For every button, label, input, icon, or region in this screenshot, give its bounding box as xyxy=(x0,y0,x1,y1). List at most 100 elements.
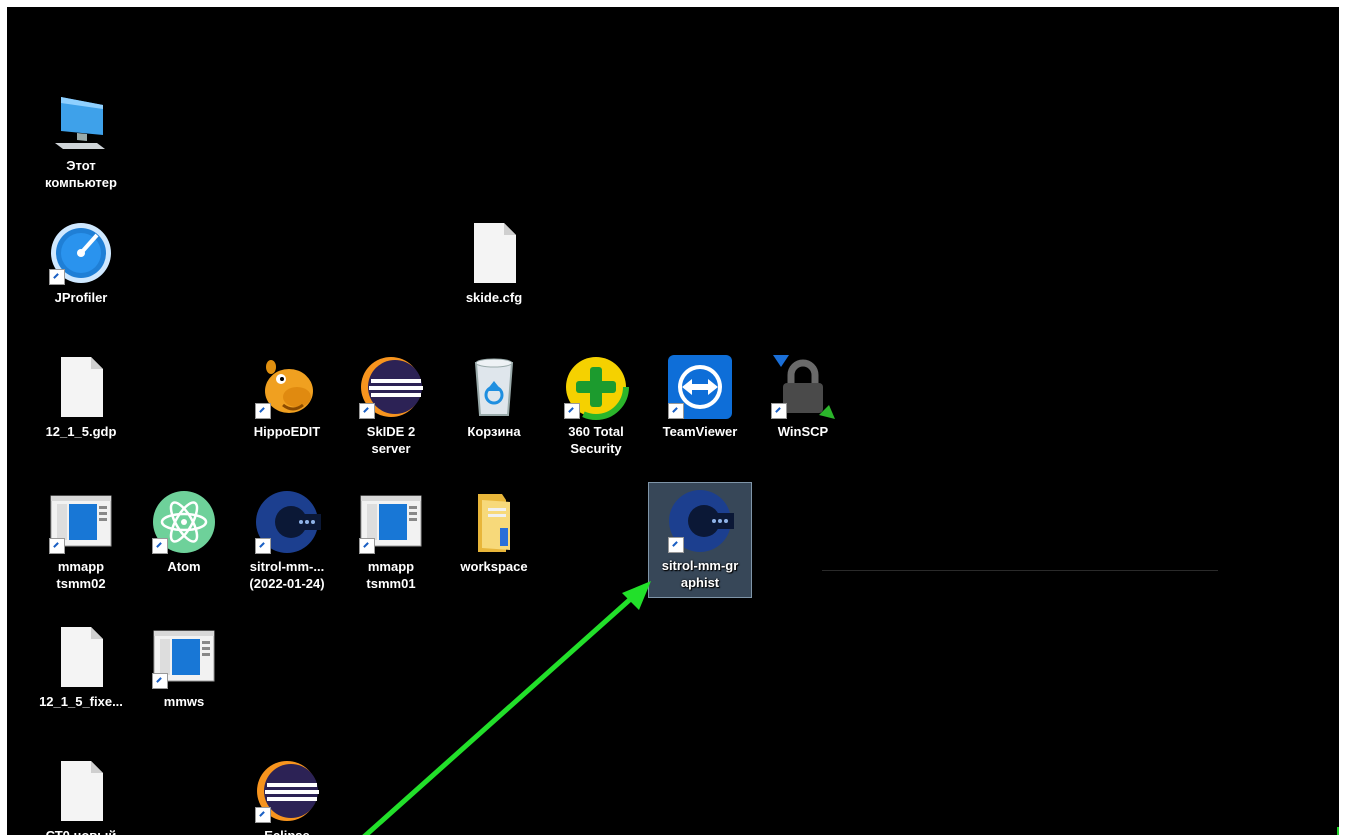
desktop-icon-label: sitrol-mm-gr aphist xyxy=(650,557,750,591)
label-line: SkIDE 2 xyxy=(366,424,416,439)
desktop-icon-label: mmapp tsmm02 xyxy=(31,558,131,592)
label-line: skide.cfg xyxy=(465,290,523,305)
label-line: Корзина xyxy=(467,424,521,439)
label-line: Security xyxy=(570,441,622,456)
shortcut-arrow-icon xyxy=(49,269,65,285)
desktop-icon-label: Этот компьютер xyxy=(31,157,131,191)
desktop-icon-fixed-file[interactable]: 12_1_5_fixe... xyxy=(29,619,133,735)
arrow-shaft xyxy=(362,592,638,835)
desktop[interactable]: Этот компьютер JProfiler skide.cfg 12_1_5.gd… xyxy=(7,7,1339,835)
file-icon xyxy=(47,353,115,421)
shortcut-arrow-icon xyxy=(564,403,580,419)
desktop-icon-label: HippoEDIT xyxy=(237,423,337,440)
label-line: СТ0 новый xyxy=(31,827,131,835)
desktop-icon-this-pc[interactable]: Этот компьютер xyxy=(29,83,133,199)
speedometer-icon xyxy=(47,219,115,287)
desktop-icon-label: WinSCP xyxy=(753,423,853,440)
eclipse-icon xyxy=(357,353,425,421)
desktop-icon-sitrol-mm-dated[interactable]: sitrol-mm-... (2022-01-24) xyxy=(235,484,339,600)
desktop-icon-eclipse[interactable]: Eclipse xyxy=(235,753,339,835)
label-line: workspace xyxy=(460,559,528,574)
arrow-head xyxy=(622,581,651,610)
desktop-icon-skide-cfg[interactable]: skide.cfg xyxy=(442,215,546,331)
desktop-icon-label: mmws xyxy=(134,693,234,710)
label-line: 12_1_5.gdp xyxy=(45,424,117,439)
shortcut-arrow-icon xyxy=(255,538,271,554)
desktop-icon-gdp-file[interactable]: 12_1_5.gdp xyxy=(29,349,133,465)
app-window-icon xyxy=(357,488,425,556)
desktop-icon-label: SkIDE 2 server xyxy=(341,423,441,457)
label-line: mmapp xyxy=(367,559,415,574)
desktop-icon-winscp[interactable]: WinSCP xyxy=(751,349,855,465)
divider-line xyxy=(822,570,1218,571)
desktop-icon-360-total-security[interactable]: 360 Total Security xyxy=(544,349,648,465)
recycle-bin-icon xyxy=(460,353,528,421)
dark-c-icon xyxy=(666,487,734,555)
label-line: HippoEDIT xyxy=(253,424,321,439)
label-line: Atom xyxy=(167,559,201,574)
monitor-icon xyxy=(47,87,115,155)
label-line: sitrol-mm-... xyxy=(249,559,325,574)
label-line: tsmm01 xyxy=(366,576,416,591)
label-line: JProfiler xyxy=(54,290,108,305)
file-icon xyxy=(47,757,115,825)
hippo-icon xyxy=(253,353,321,421)
desktop-icon-hippoedit[interactable]: HippoEDIT xyxy=(235,349,339,465)
shortcut-arrow-icon xyxy=(152,538,168,554)
desktop-icon-workspace[interactable]: workspace xyxy=(442,484,546,600)
label-line: TeamViewer xyxy=(662,424,738,439)
desktop-icon-label: JProfiler xyxy=(31,289,131,306)
desktop-icon-recycle-bin[interactable]: Корзина xyxy=(442,349,546,465)
desktop-icon-teamviewer[interactable]: TeamViewer xyxy=(648,349,752,465)
desktop-icon-label: skide.cfg xyxy=(444,289,544,306)
app-window-icon xyxy=(150,623,218,691)
desktop-icon-sitrol-mm-graphist[interactable]: sitrol-mm-gr aphist xyxy=(648,482,752,598)
desktop-icon-label: Atom xyxy=(134,558,234,575)
shortcut-arrow-icon xyxy=(359,538,375,554)
app-window-icon xyxy=(47,488,115,556)
label-line: tsmm02 xyxy=(56,576,106,591)
desktop-icon-label: 12_1_5.gdp xyxy=(31,423,131,440)
desktop-icon-label: 360 Total Security xyxy=(546,423,646,457)
label-line: server xyxy=(371,441,411,456)
desktop-icon-label: TeamViewer xyxy=(650,423,750,440)
desktop-icon-label: sitrol-mm-... (2022-01-24) xyxy=(237,558,337,592)
label-line: mmws xyxy=(163,694,205,709)
file-icon xyxy=(47,623,115,691)
desktop-icon-label: Корзина xyxy=(444,423,544,440)
plus-shield-icon xyxy=(562,353,630,421)
label-line: mmapp xyxy=(57,559,105,574)
padlock-icon xyxy=(769,353,837,421)
desktop-icon-ct0-file[interactable]: СТ0 новый xyxy=(29,753,133,835)
shortcut-arrow-icon xyxy=(152,673,168,689)
label-line: (2022-01-24) xyxy=(249,576,325,591)
shortcut-arrow-icon xyxy=(771,403,787,419)
label-line: Этот xyxy=(66,158,96,173)
desktop-icon-label: СТ0 новый xyxy=(31,827,131,835)
desktop-icon-label: workspace xyxy=(444,558,544,575)
desktop-icon-skide2-server[interactable]: SkIDE 2 server xyxy=(339,349,443,465)
label-line: WinSCP xyxy=(777,424,829,439)
teamviewer-icon xyxy=(666,353,734,421)
shortcut-arrow-icon xyxy=(359,403,375,419)
label-line: aphist xyxy=(680,575,720,590)
file-icon xyxy=(460,219,528,287)
shortcut-arrow-icon xyxy=(255,403,271,419)
desktop-icon-mmapp-tsmm02[interactable]: mmapp tsmm02 xyxy=(29,484,133,600)
desktop-icon-mmapp-tsmm01[interactable]: mmapp tsmm01 xyxy=(339,484,443,600)
shortcut-arrow-icon xyxy=(49,538,65,554)
desktop-icon-label: mmapp tsmm01 xyxy=(341,558,441,592)
folder-icon xyxy=(460,488,528,556)
desktop-icon-atom[interactable]: Atom xyxy=(132,484,236,600)
annotation-edge-mark xyxy=(1337,827,1339,835)
desktop-icon-label: Eclipse xyxy=(237,827,337,835)
desktop-icon-mmws[interactable]: mmws xyxy=(132,619,236,735)
label-line: sitrol-mm-gr xyxy=(661,558,739,573)
desktop-icon-jprofiler[interactable]: JProfiler xyxy=(29,215,133,331)
label-line: компьютер xyxy=(45,175,117,190)
label-line: 12_1_5_fixe... xyxy=(39,694,123,709)
label-line: Eclipse xyxy=(237,827,337,835)
label-line: 360 Total xyxy=(568,424,624,439)
shortcut-arrow-icon xyxy=(668,403,684,419)
shortcut-arrow-icon xyxy=(668,537,684,553)
